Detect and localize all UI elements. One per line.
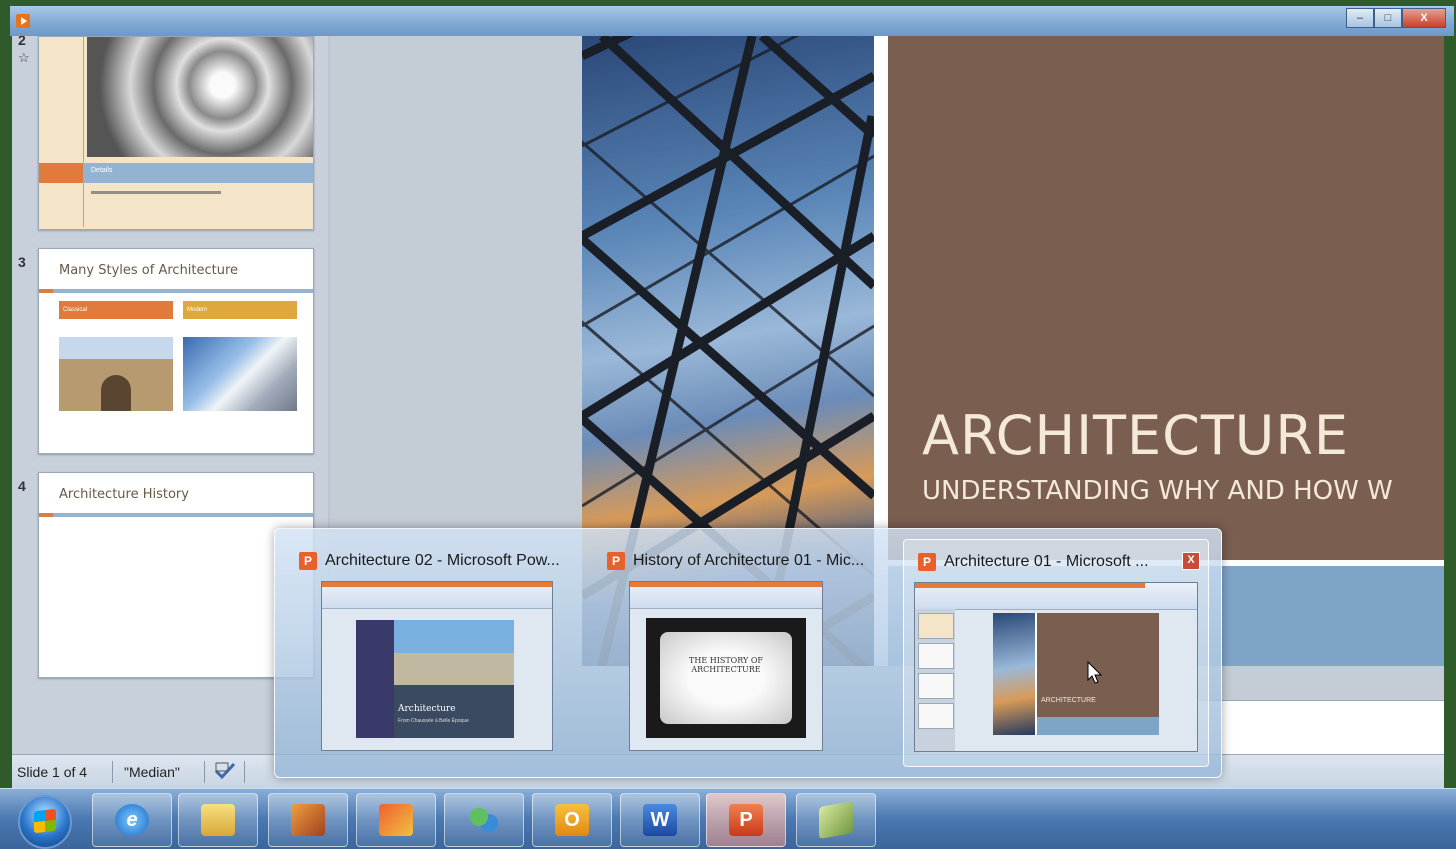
close-icon[interactable]: X — [1182, 552, 1200, 570]
preview-title: Architecture 02 - Microsoft Pow... — [325, 552, 560, 569]
thumb-title: Many Styles of Architecture — [59, 263, 239, 278]
mini-slide: Architecture From Chaussée à Belle Époqu… — [356, 620, 514, 738]
outlook-icon: O — [555, 804, 589, 836]
mini-slide-title: THE HISTORY OF ARCHITECTURE — [689, 656, 763, 674]
thumb-accent — [39, 163, 83, 183]
status-divider — [244, 761, 245, 783]
preview-title: Architecture 01 - Microsoft ... — [944, 553, 1149, 570]
mini-ribbon — [322, 582, 552, 609]
animation-star-icon: ☆ — [18, 50, 30, 65]
mini-slides-panel — [915, 609, 955, 751]
slide-title[interactable]: ARCHITECTURE — [922, 404, 1349, 467]
folder-icon — [201, 804, 235, 836]
outlook-button[interactable]: O — [532, 793, 612, 847]
theme-name: "Median" — [124, 764, 180, 780]
powerpoint-app-icon[interactable] — [16, 14, 30, 28]
slide-counter: Slide 1 of 4 — [17, 764, 88, 780]
window-title-bar[interactable]: – □ X — [10, 6, 1454, 36]
restore-button[interactable]: □ — [1374, 8, 1402, 28]
start-orb-button[interactable] — [18, 795, 72, 849]
messenger-icon — [467, 804, 501, 836]
preview-card-architecture-02[interactable]: P Architecture 02 - Microsoft Pow... Arc… — [285, 539, 581, 765]
publisher-icon — [819, 801, 853, 839]
slide-number: 4 — [18, 478, 26, 494]
arch-of-constantine-photo — [59, 337, 173, 411]
status-divider — [112, 761, 113, 783]
taskbar-thumbnail-preview: P Architecture 02 - Microsoft Pow... Arc… — [274, 528, 1222, 778]
preview-thumbnail: ARCHITECTURE — [914, 582, 1198, 752]
live-messenger-button[interactable] — [444, 793, 524, 847]
thumb-rule — [39, 513, 313, 517]
preview-card-history-of-architecture-01[interactable]: P History of Architecture 01 - Mic... TH… — [593, 539, 889, 765]
mini-slide: THE HISTORY OF ARCHITECTURE — [646, 618, 806, 738]
column-capital-photo — [87, 37, 313, 157]
slide-thumbnail-2[interactable]: Details — [38, 36, 314, 230]
internet-explorer-button[interactable]: e — [92, 793, 172, 847]
powerpoint-button[interactable]: P — [706, 793, 786, 847]
mini-ribbon — [915, 583, 1197, 610]
powerpoint-icon: P — [299, 552, 317, 570]
preview-title: History of Architecture 01 - Mic... — [633, 552, 865, 569]
thumb-col-head: Classical — [59, 301, 173, 319]
slide-subtitle[interactable]: UNDERSTANDING WHY AND HOW W — [922, 476, 1393, 506]
minimize-button[interactable]: – — [1346, 8, 1374, 28]
mini-slide-title: Architecture — [398, 704, 456, 714]
snipping-tool-button[interactable] — [356, 793, 436, 847]
thumb-title: Architecture History — [59, 487, 189, 502]
slide-number: 2 — [18, 36, 26, 48]
thumb-band-text: Details — [91, 167, 113, 174]
close-button[interactable]: X — [1402, 8, 1446, 28]
mini-slide-title: ARCHITECTURE — [1041, 697, 1096, 704]
snipping-tool-icon — [379, 804, 413, 836]
window-controls: – □ X — [1346, 8, 1446, 28]
mouse-cursor-icon — [1087, 661, 1103, 684]
windows-explorer-button[interactable] — [178, 793, 258, 847]
mini-ribbon — [630, 582, 822, 609]
powerpoint-icon: P — [918, 553, 936, 571]
taskbar: e O W P — [0, 788, 1456, 849]
powerpoint-icon: P — [607, 552, 625, 570]
thumb-body-text — [91, 191, 221, 194]
thumb-col-head: Modern — [183, 301, 297, 319]
mini-slide-subtitle: From Chaussée à Belle Époque — [398, 718, 469, 724]
word-icon: W — [643, 804, 677, 836]
word-button[interactable]: W — [620, 793, 700, 847]
mini-slide: ARCHITECTURE — [993, 613, 1159, 735]
media-player-icon — [291, 804, 325, 836]
publisher-button[interactable] — [796, 793, 876, 847]
internet-explorer-icon: e — [115, 804, 149, 836]
slide-thumbnail-3[interactable]: Many Styles of Architecture Classical Mo… — [38, 248, 314, 454]
status-divider — [204, 761, 205, 783]
thumb-rule — [39, 289, 313, 293]
powerpoint-icon: P — [729, 804, 763, 836]
spell-check-icon[interactable] — [214, 761, 236, 781]
thumb-divider — [83, 37, 84, 227]
preview-thumbnail: THE HISTORY OF ARCHITECTURE — [629, 581, 823, 751]
preview-card-architecture-01[interactable]: P Architecture 01 - Microsoft ... X ARCH… — [903, 539, 1209, 767]
slide-number: 3 — [18, 254, 26, 270]
preview-thumbnail: Architecture From Chaussée à Belle Époqu… — [321, 581, 553, 751]
slide-thumbnail-4[interactable]: Architecture History — [38, 472, 314, 678]
modern-building-photo — [183, 337, 297, 411]
media-player-button[interactable] — [268, 793, 348, 847]
